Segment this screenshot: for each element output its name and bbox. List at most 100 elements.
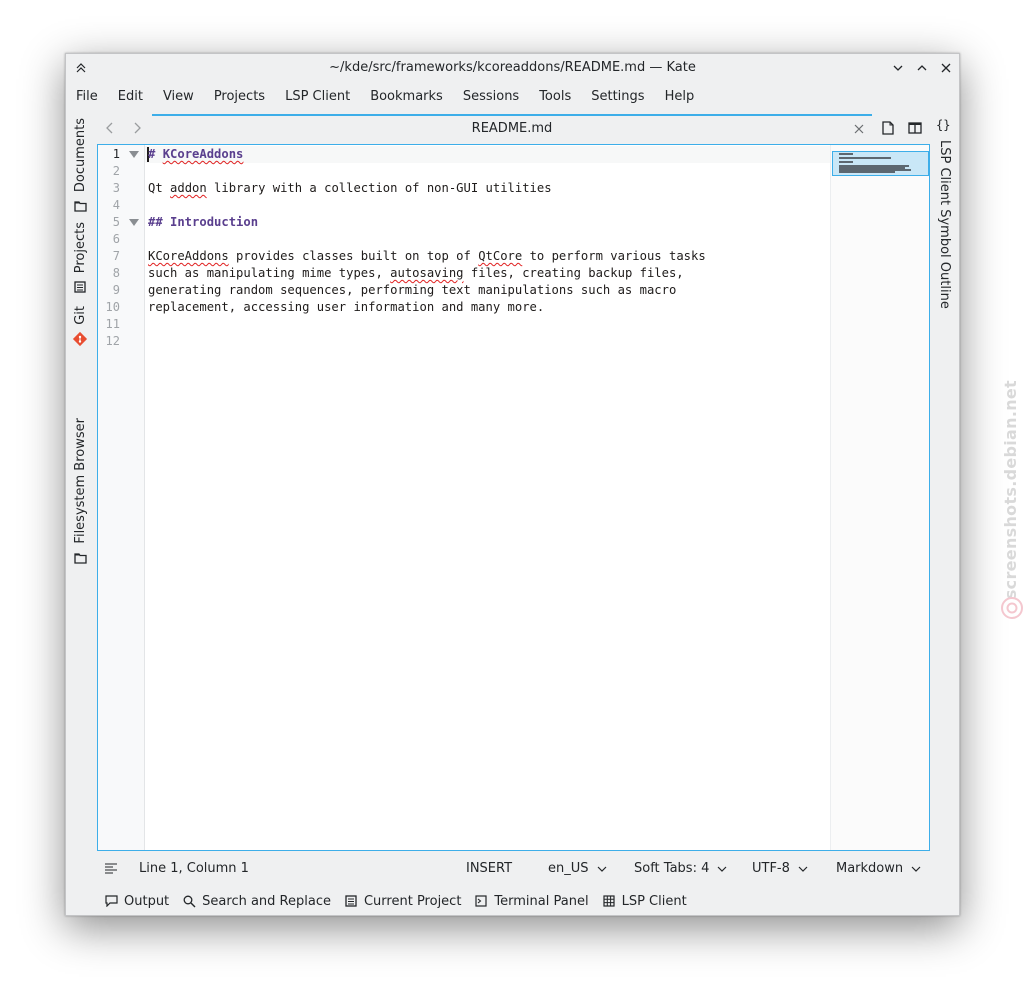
comment-icon <box>104 894 118 908</box>
code-line-1: # KCoreAddons <box>148 146 243 163</box>
minimap[interactable] <box>830 145 929 850</box>
lsp-label: LSP Client <box>621 893 687 909</box>
line-number: 9 <box>112 283 120 297</box>
code-line-10: replacement, accessing user information … <box>148 300 545 314</box>
sidebar-tab-filesystem[interactable]: Filesystem Browser <box>72 418 88 566</box>
toolview-search-replace[interactable]: Search and Replace <box>182 894 331 909</box>
fold-marker-icon[interactable] <box>129 146 139 163</box>
text-run: library with a collection of non-GUI uti… <box>206 181 552 195</box>
chevron-down-icon <box>597 861 607 876</box>
toolview-lsp-client[interactable]: LSP Client <box>602 894 687 909</box>
line-number: 8 <box>112 266 120 280</box>
forward-icon[interactable] <box>129 120 145 136</box>
git-icon <box>72 331 88 347</box>
back-icon[interactable] <box>102 120 118 136</box>
line-number: 5 <box>112 215 120 229</box>
language-label: en_US <box>548 861 589 876</box>
encoding-label: UTF-8 <box>752 861 790 876</box>
menu-view[interactable]: View <box>153 86 204 110</box>
line-number: 11 <box>105 317 120 331</box>
search-label: Search and Replace <box>202 893 331 909</box>
line-number: 2 <box>112 164 120 178</box>
toolview-bar: Output Search and Replace Current Projec… <box>97 888 930 914</box>
minimap-line <box>839 161 853 163</box>
line-number: 12 <box>105 334 120 348</box>
syntax-selector[interactable]: Markdown <box>836 861 921 876</box>
toolview-current-project[interactable]: Current Project <box>344 894 461 909</box>
maximize-icon[interactable] <box>913 59 931 77</box>
code-line-9: generating random sequences, performing … <box>148 283 677 297</box>
syntax-label: Markdown <box>836 861 904 876</box>
menu-bookmarks[interactable]: Bookmarks <box>360 86 453 110</box>
editor-view[interactable]: 1 2 3 4 5 6 7 8 9 10 11 12 # KCoreAddons… <box>97 144 930 851</box>
line-number: 1 <box>112 147 120 161</box>
project-label: Current Project <box>363 893 462 909</box>
watermark: screenshots.debian.net <box>997 380 1025 625</box>
menu-lsp-client[interactable]: LSP Client <box>275 86 360 110</box>
cursor-position[interactable]: Line 1, Column 1 <box>139 861 249 876</box>
terminal-icon <box>474 894 488 908</box>
braces-icon[interactable]: {} <box>936 118 950 132</box>
output-label: Output <box>124 893 170 909</box>
title-bar[interactable]: ~/kde/src/frameworks/kcoreaddons/README.… <box>66 54 959 82</box>
split-view-icon[interactable] <box>907 120 923 136</box>
git-label: Git <box>72 306 88 325</box>
tab-readme[interactable]: README.md <box>152 114 872 143</box>
toolview-output[interactable]: Output <box>104 894 169 909</box>
symbol-outline-tab[interactable]: LSP Client Symbol Outline <box>937 140 952 309</box>
line-number-gutter: 1 2 3 4 5 6 7 8 9 10 11 12 <box>98 145 145 850</box>
text-run: such as manipulating mime types, <box>148 266 391 280</box>
menu-projects[interactable]: Projects <box>204 86 275 110</box>
input-mode[interactable]: INSERT <box>466 861 512 876</box>
menu-sessions[interactable]: Sessions <box>453 86 529 110</box>
sidebar-tab-git[interactable]: Git <box>72 306 88 347</box>
right-sidebar: {} LSP Client Symbol Outline <box>932 114 958 414</box>
minimap-viewport[interactable] <box>832 151 929 176</box>
folder-icon <box>72 198 88 214</box>
menu-edit[interactable]: Edit <box>108 86 153 110</box>
code-area[interactable]: # KCoreAddons Qt addon library with a co… <box>145 145 830 850</box>
projects-label: Projects <box>72 222 88 274</box>
sidebar-tab-documents[interactable]: Documents <box>72 118 88 214</box>
search-icon <box>182 894 196 908</box>
document-menu-icon[interactable] <box>104 863 118 875</box>
indent-selector[interactable]: Soft Tabs: 4 <box>634 861 727 876</box>
minimap-line <box>839 157 891 159</box>
line-number: 4 <box>112 198 120 212</box>
new-document-icon[interactable] <box>880 120 896 136</box>
encoding-selector[interactable]: UTF-8 <box>752 861 808 876</box>
documents-label: Documents <box>72 118 88 193</box>
close-tab-icon[interactable] <box>852 122 866 136</box>
tab-label: README.md <box>471 121 553 136</box>
menu-bar: File Edit View Projects LSP Client Bookm… <box>66 86 959 110</box>
menu-tools[interactable]: Tools <box>529 86 581 110</box>
close-window-icon[interactable] <box>937 59 955 77</box>
heading-marker: # <box>148 147 163 161</box>
chevron-down-icon <box>717 861 727 876</box>
filesystem-label: Filesystem Browser <box>72 418 88 544</box>
code-line-3: Qt addon library with a collection of no… <box>148 180 552 197</box>
fold-marker-icon[interactable] <box>129 214 139 231</box>
language-selector[interactable]: en_US <box>548 861 607 876</box>
menu-settings[interactable]: Settings <box>581 86 654 110</box>
toolview-terminal[interactable]: Terminal Panel <box>474 894 589 909</box>
misspelled-word: addon <box>170 181 207 195</box>
misspelled-word: autosaving <box>390 266 464 280</box>
menu-help[interactable]: Help <box>655 86 705 110</box>
misspelled-word: QtCore <box>478 249 523 263</box>
line-number: 7 <box>112 249 120 263</box>
line-number: 10 <box>105 300 120 314</box>
text-run: Qt <box>148 181 171 195</box>
status-bar: Line 1, Column 1 INSERT en_US Soft Tabs:… <box>97 856 930 882</box>
line-number: 3 <box>112 181 120 195</box>
debian-swirl-icon <box>1001 597 1023 619</box>
text-run: provides classes built on top of <box>228 249 479 263</box>
current-line-highlight <box>145 146 830 163</box>
text-run: to perform various tasks <box>522 249 706 263</box>
sidebar-tab-projects[interactable]: Projects <box>72 222 88 295</box>
minimize-icon[interactable] <box>889 59 907 77</box>
heading-text: KCoreAddons <box>162 147 244 161</box>
menu-file[interactable]: File <box>66 86 108 110</box>
text-run: files, creating backup files, <box>463 266 684 280</box>
window-title: ~/kde/src/frameworks/kcoreaddons/README.… <box>329 60 696 75</box>
